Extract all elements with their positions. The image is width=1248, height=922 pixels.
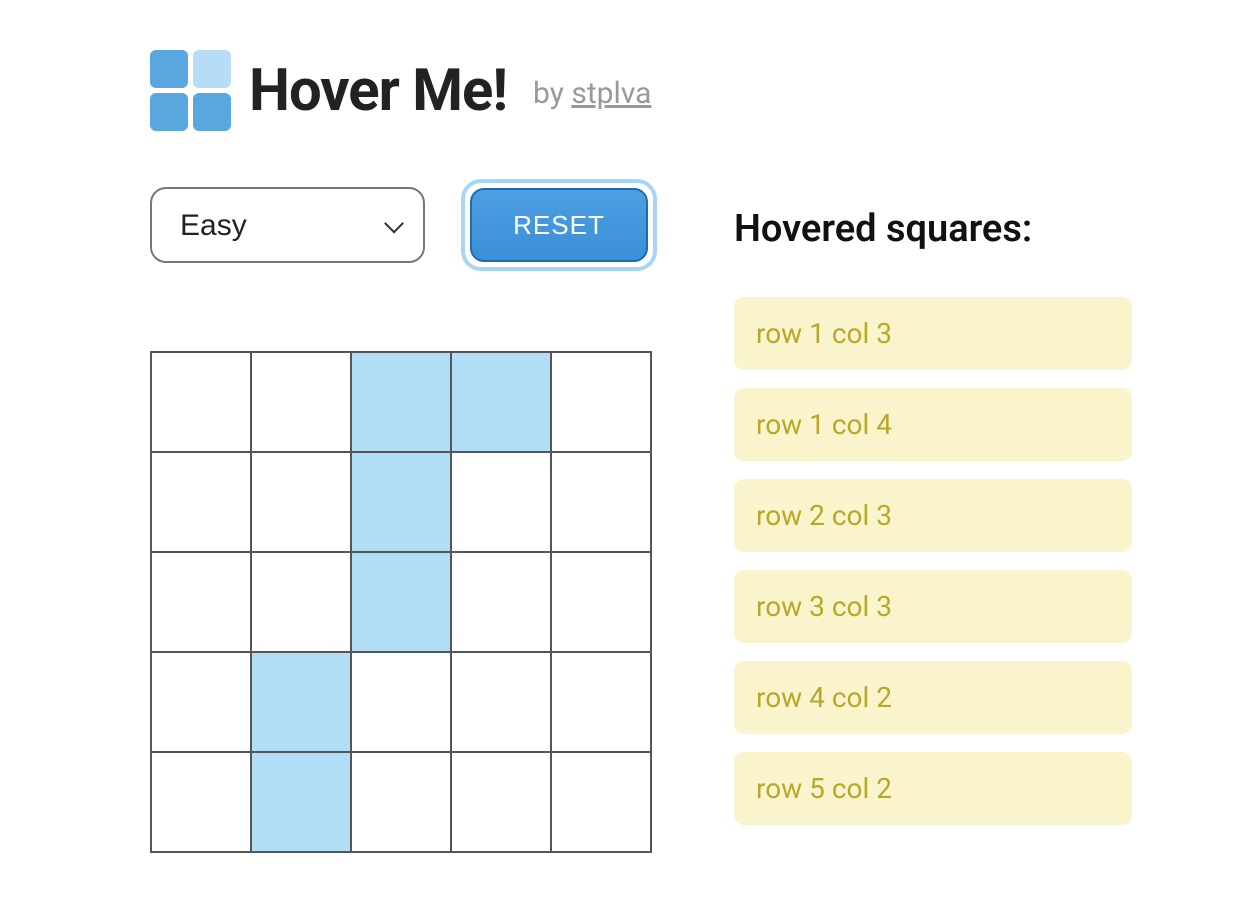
- hovered-item: row 3 col 3: [734, 570, 1132, 643]
- grid-cell[interactable]: [251, 352, 351, 452]
- reset-button-focus-ring: RESET: [461, 179, 657, 271]
- grid-cell[interactable]: [451, 652, 551, 752]
- grid-cell[interactable]: [451, 452, 551, 552]
- grid-cell[interactable]: [151, 652, 251, 752]
- grid-cell[interactable]: [351, 452, 451, 552]
- hovered-list: row 1 col 3 row 1 col 4 row 2 col 3 row 3 c…: [734, 297, 1170, 825]
- byline-prefix: by: [533, 76, 571, 111]
- grid-cell[interactable]: [251, 552, 351, 652]
- grid-cell[interactable]: [551, 552, 651, 652]
- grid-cell[interactable]: [451, 752, 551, 852]
- grid-cell[interactable]: [451, 352, 551, 452]
- hovered-item: row 2 col 3: [734, 479, 1132, 552]
- difficulty-select[interactable]: Easy: [150, 187, 425, 263]
- grid-cell[interactable]: [551, 652, 651, 752]
- hovered-item: row 1 col 3: [734, 297, 1132, 370]
- hovered-title: Hovered squares:: [734, 207, 1170, 251]
- byline: by stplva: [533, 76, 651, 111]
- hovered-item: row 1 col 4: [734, 388, 1132, 461]
- grid-cell[interactable]: [251, 752, 351, 852]
- grid-cell[interactable]: [451, 552, 551, 652]
- grid-cell[interactable]: [151, 752, 251, 852]
- header: Hover Me! by stplva: [150, 50, 1170, 131]
- grid-cell[interactable]: [351, 652, 451, 752]
- grid-cell[interactable]: [151, 352, 251, 452]
- grid-cell[interactable]: [351, 352, 451, 452]
- page-title: Hover Me!: [249, 57, 507, 125]
- grid-cell[interactable]: [351, 752, 451, 852]
- grid-cell[interactable]: [551, 752, 651, 852]
- grid-cell[interactable]: [251, 452, 351, 552]
- grid-cell[interactable]: [551, 452, 651, 552]
- hovered-sidebar: Hovered squares: row 1 col 3row 1 col 4r…: [734, 207, 1170, 825]
- grid-cell[interactable]: [351, 552, 451, 652]
- hovered-item: row 5 col 2: [734, 752, 1132, 825]
- grid-cell[interactable]: [151, 452, 251, 552]
- hovered-item: row 4 col 2: [734, 661, 1132, 734]
- game-grid[interactable]: [150, 351, 652, 853]
- grid-cell[interactable]: [251, 652, 351, 752]
- grid-cell[interactable]: [151, 552, 251, 652]
- app-logo-icon: [150, 50, 231, 131]
- reset-button[interactable]: RESET: [470, 188, 648, 262]
- author-link[interactable]: stplva: [571, 76, 651, 111]
- grid-cell[interactable]: [551, 352, 651, 452]
- difficulty-select-wrapper: Easy: [150, 187, 425, 263]
